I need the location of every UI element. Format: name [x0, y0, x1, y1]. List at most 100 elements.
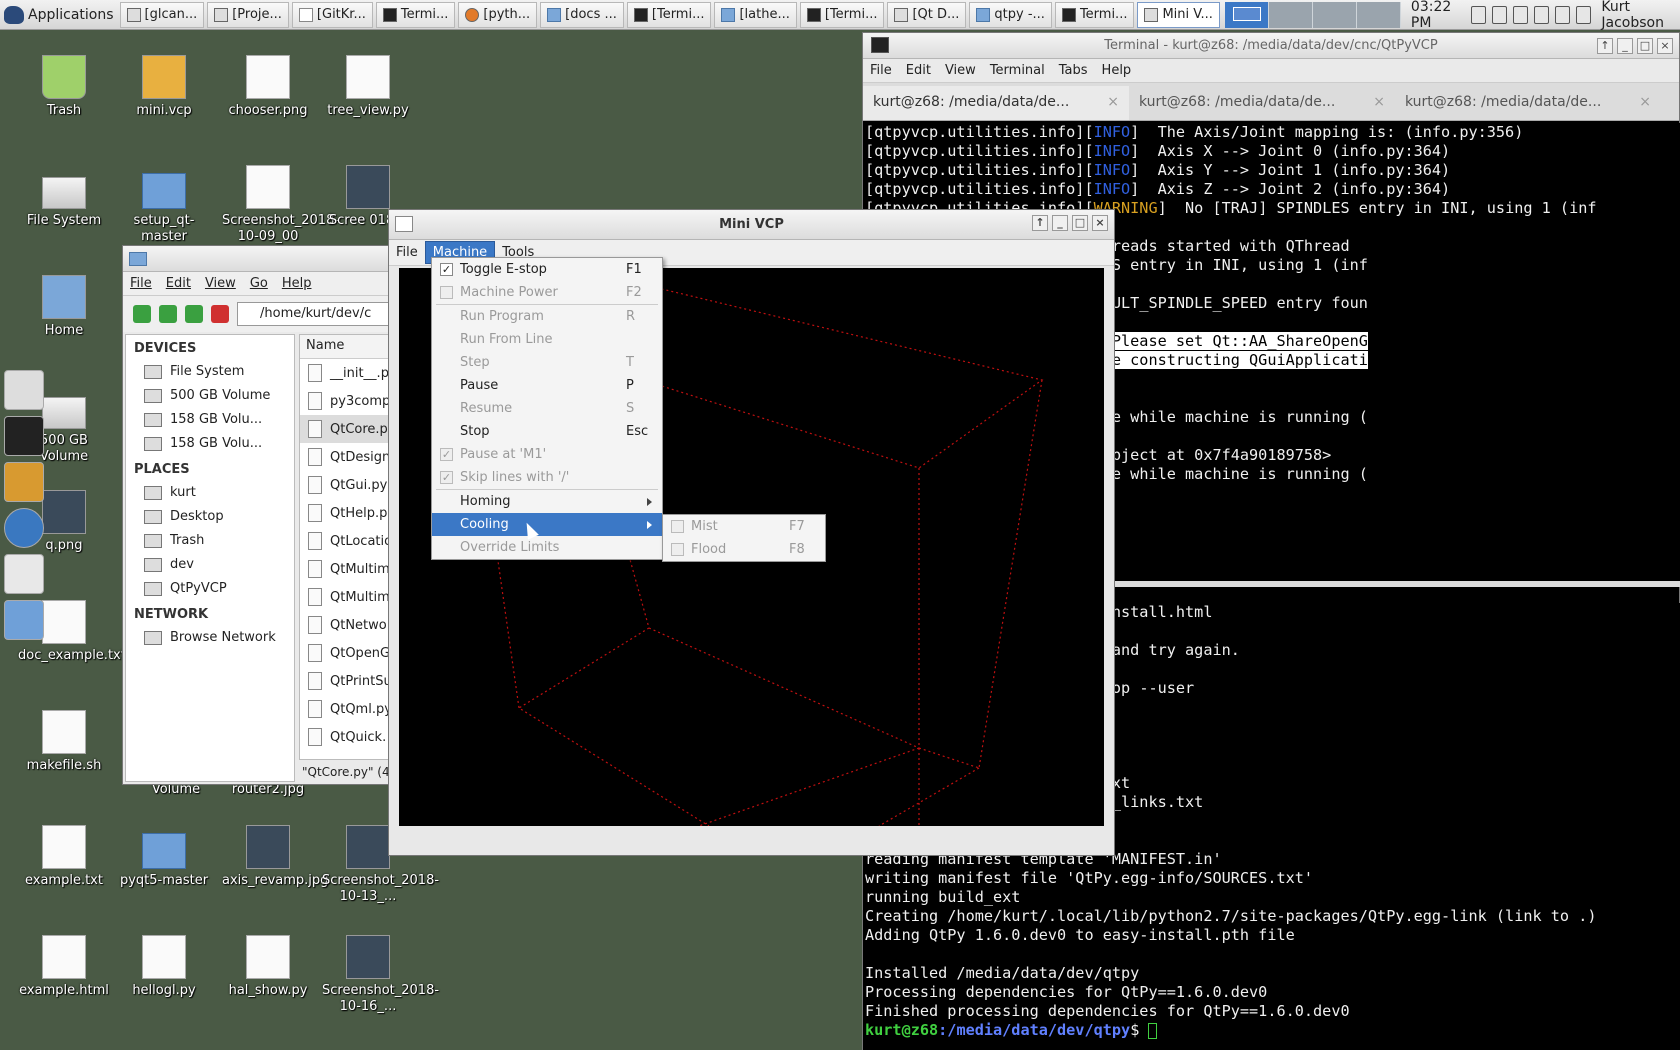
desktop-icon[interactable]: hellogl.py	[118, 935, 210, 999]
menu-item-mist[interactable]: Mist F7	[663, 515, 825, 538]
clipboard-tray-icon[interactable]	[1512, 5, 1528, 24]
terminal-tab[interactable]: kurt@z68: /media/data/de... ×	[1129, 86, 1395, 120]
taskbar-button[interactable]: [Termi...	[799, 1, 885, 28]
desktop-icon[interactable]: Home	[18, 275, 110, 339]
desktop-icon[interactable]: mini.vcp	[118, 55, 210, 119]
column-header-name[interactable]: Name	[300, 335, 392, 359]
mini-vcp-titlebar[interactable]: Mini VCP ↑ _ □ ×	[389, 210, 1114, 240]
file-row[interactable]: QtQml.py	[300, 695, 392, 723]
applications-menu-button[interactable]: Applications	[0, 0, 120, 30]
maximize-button[interactable]: □	[1637, 38, 1653, 54]
close-button[interactable]: ×	[1657, 38, 1673, 54]
file-row[interactable]: py3compa	[300, 387, 392, 415]
path-field[interactable]: /home/kurt/dev/c	[237, 302, 391, 326]
file-row[interactable]: QtGui.py	[300, 471, 392, 499]
menu-item-pause[interactable]: Pause P	[432, 374, 662, 397]
workspace-1[interactable]	[1224, 1, 1269, 28]
sidebar-item[interactable]: 500 GB Volume	[126, 384, 294, 408]
terminal-menu-tabs[interactable]: Tabs	[1052, 60, 1095, 81]
minimize-button[interactable]: _	[1617, 38, 1633, 54]
terminal-icon[interactable]	[4, 416, 44, 456]
workspace-3[interactable]	[1312, 1, 1357, 28]
file-row[interactable]: __init__.p	[300, 359, 392, 387]
workspace-4[interactable]	[1356, 1, 1401, 28]
signal-tray-icon[interactable]	[1576, 5, 1592, 24]
taskbar-button[interactable]: [Termi...	[626, 1, 712, 28]
user-menu[interactable]: Kurt Jacobson	[1601, 0, 1680, 31]
taskbar-button[interactable]: Mini V...	[1137, 1, 1220, 28]
terminal-menu-file[interactable]: File	[863, 60, 899, 81]
folder-icon[interactable]	[4, 600, 44, 640]
sidebar-item[interactable]: Desktop	[126, 505, 294, 529]
menu-item-stop[interactable]: Stop Esc	[432, 420, 662, 443]
file-row[interactable]: QtHelp.p	[300, 499, 392, 527]
desktop-icon[interactable]: setup_qt-master	[118, 165, 210, 245]
desktop-icon[interactable]: makefile.sh	[18, 710, 110, 774]
desktop-icon[interactable]: Screenshot_2018-10-16_...	[322, 935, 439, 1015]
up-arrow-icon[interactable]	[185, 305, 203, 323]
tab-close-icon[interactable]: ×	[1639, 94, 1651, 112]
close-button[interactable]: ×	[1092, 215, 1108, 231]
up-icon[interactable]: ↑	[1032, 215, 1048, 231]
terminal-menu-terminal[interactable]: Terminal	[983, 60, 1052, 81]
fm-menu-help[interactable]: Help	[275, 273, 319, 294]
up-icon[interactable]: ↑	[1597, 38, 1613, 54]
file-row[interactable]: QtNetwo	[300, 611, 392, 639]
panel-clock[interactable]: 03:22 PM	[1411, 0, 1465, 31]
terminal-tab[interactable]: kurt@z68: /media/data/de... ×	[1395, 86, 1661, 120]
taskbar-button[interactable]: qtpy -...	[969, 1, 1052, 28]
desktop-icon[interactable]: hal_show.py	[222, 935, 314, 999]
drive-icon[interactable]	[4, 370, 44, 410]
terminal-tab[interactable]: kurt@z68: /media/data/de... ×	[863, 86, 1129, 120]
desktop-icon[interactable]: tree_view.py	[322, 55, 414, 119]
file-cabinet-icon[interactable]	[4, 462, 44, 502]
sidebar-item[interactable]: kurt	[126, 481, 294, 505]
taskbar-button[interactable]: [Qt D...	[887, 1, 967, 28]
fm-menu-go[interactable]: Go	[243, 273, 275, 294]
sidebar-item[interactable]: QtPyVCP	[126, 577, 294, 601]
menu-item-homing[interactable]: Homing	[432, 490, 662, 513]
vcp-menu-file[interactable]: File	[389, 242, 425, 263]
network-tray-icon[interactable]	[1470, 5, 1486, 24]
terminal-menu-edit[interactable]: Edit	[899, 60, 938, 81]
terminal-prompt-line[interactable]: kurt@z68:/media/data/dev/qtpy$	[865, 1021, 1680, 1040]
desktop-icon[interactable]: axis_revamp.jpg	[222, 825, 328, 889]
file-row[interactable]: QtCore.p	[300, 415, 392, 443]
volume-tray-icon[interactable]	[1491, 5, 1507, 24]
taskbar-button[interactable]: [docs ...	[540, 1, 624, 28]
taskbar-button[interactable]: [pyth...	[458, 1, 538, 28]
taskbar-button[interactable]: [glcan...	[119, 1, 205, 28]
menu-item-cooling[interactable]: Cooling	[432, 513, 662, 536]
file-row[interactable]: QtLocatio	[300, 527, 392, 555]
menu-item-flood[interactable]: Flood F8	[663, 538, 825, 561]
back-icon[interactable]	[133, 305, 151, 323]
terminal-menu-view[interactable]: View	[938, 60, 983, 81]
sidebar-item[interactable]: dev	[126, 553, 294, 577]
fm-menu-view[interactable]: View	[198, 273, 243, 294]
sidebar-item[interactable]: Browse Network	[126, 626, 294, 650]
menu-item-toggle-e-stop[interactable]: ✓ Toggle E-stop F1	[432, 258, 662, 281]
desktop-icon[interactable]: Trash	[18, 55, 110, 119]
file-row[interactable]: QtMultim	[300, 555, 392, 583]
taskbar-button[interactable]: [GitKr...	[291, 1, 373, 28]
battery-tray-icon[interactable]	[1555, 5, 1571, 24]
taskbar-button[interactable]: [Proje...	[207, 1, 289, 28]
desktop-icon[interactable]: Screenshot_2018-10-09_00	[222, 165, 339, 245]
terminal-titlebar[interactable]: Terminal - kurt@z68: /media/data/dev/cnc…	[863, 33, 1679, 59]
workspace-2[interactable]	[1268, 1, 1313, 28]
taskbar-button[interactable]: Termi...	[1054, 1, 1135, 28]
forward-icon[interactable]	[159, 305, 177, 323]
search-icon[interactable]	[4, 554, 44, 594]
desktop-icon[interactable]: chooser.png	[222, 55, 314, 119]
sidebar-item[interactable]: 158 GB Volu...	[126, 408, 294, 432]
file-row[interactable]: QtQuick.	[300, 723, 392, 751]
file-manager-titlebar[interactable]	[123, 246, 391, 272]
home-icon[interactable]	[211, 305, 229, 323]
desktop-icon[interactable]: example.html	[18, 935, 110, 999]
desktop-icon[interactable]: pyqt5-master	[118, 825, 210, 889]
globe-icon[interactable]	[4, 508, 44, 548]
taskbar-button[interactable]: [lathe...	[714, 1, 797, 28]
workspace-pager[interactable]	[1224, 1, 1401, 28]
desktop-icon[interactable]: example.txt	[18, 825, 110, 889]
maximize-button[interactable]: □	[1072, 215, 1088, 231]
